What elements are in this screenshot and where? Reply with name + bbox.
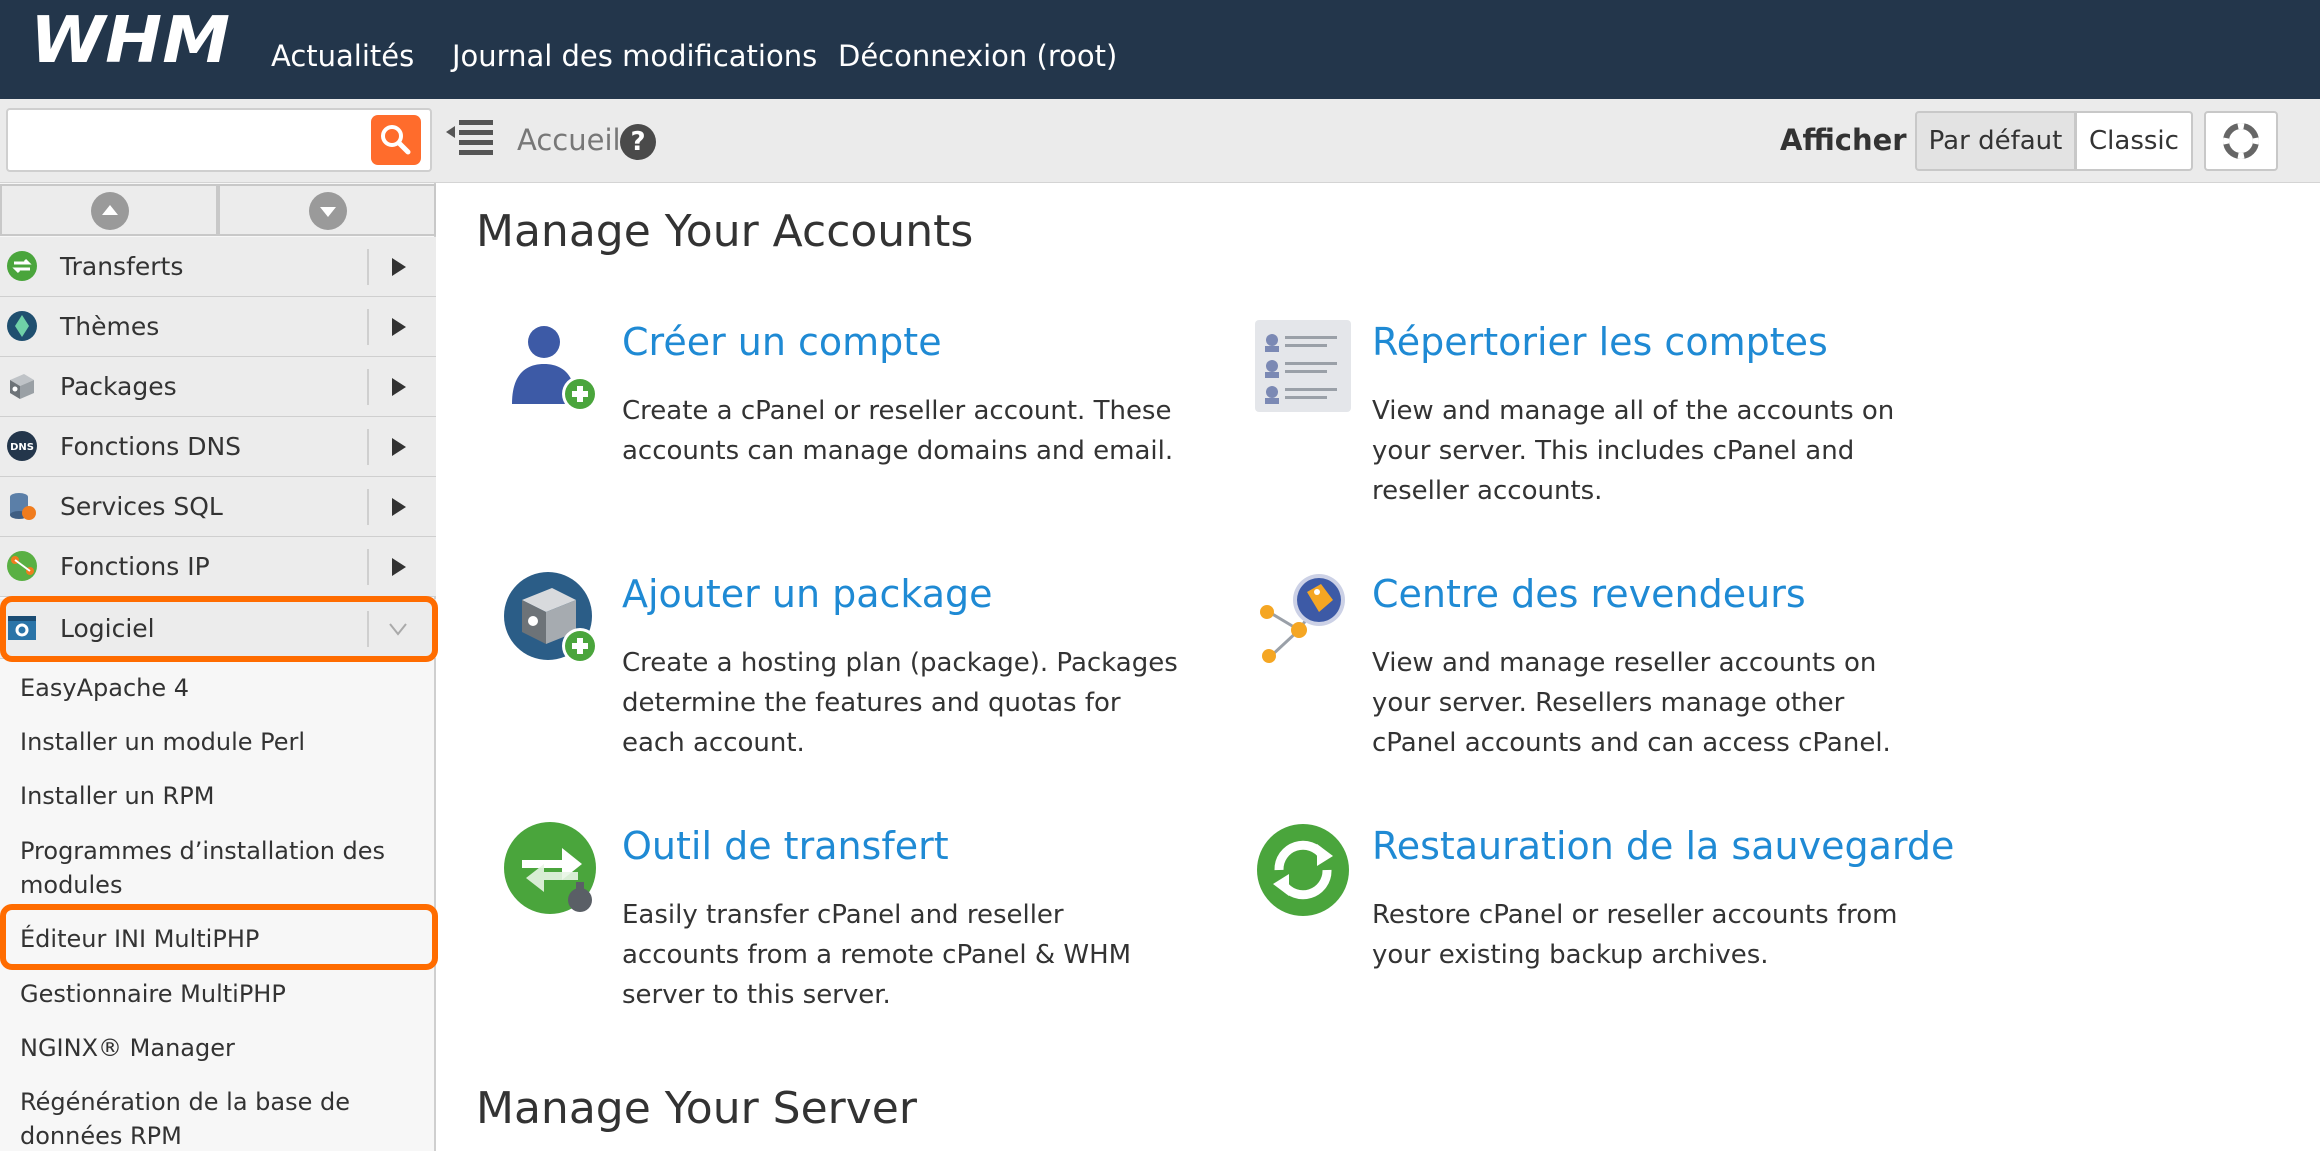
sidebar-category-label: Services SQL <box>60 492 223 521</box>
menu-collapse-icon[interactable] <box>446 118 494 158</box>
search-button[interactable] <box>371 115 421 165</box>
sidebar-subitem-rpm[interactable]: Installer un RPM <box>20 779 430 813</box>
tile-title-list-accounts[interactable]: Répertorier les comptes <box>1372 320 1828 364</box>
nav-deconnexion[interactable]: Déconnexion (root) <box>838 0 1117 99</box>
sidebar-subitem-easyapache[interactable]: EasyApache 4 <box>20 671 430 705</box>
tile-desc-create-account: Create a cPanel or reseller account. The… <box>622 396 1174 466</box>
sidebar-category-services-sql[interactable]: Services SQL <box>0 477 436 537</box>
sidebar-category-transferts[interactable]: Transferts <box>0 237 436 297</box>
sidebar-subitem-nginx-manager[interactable]: NGINX® Manager <box>20 1031 430 1065</box>
section-title-manage-server: Manage Your Server <box>476 1083 917 1134</box>
tile-title-create-account[interactable]: Créer un compte <box>622 320 942 364</box>
sidebar-category-label: Thèmes <box>60 312 160 341</box>
support-button[interactable] <box>2204 111 2278 171</box>
tile-title-add-package[interactable]: Ajouter un package <box>622 572 993 616</box>
breadcrumb-accueil[interactable]: Accueil <box>517 118 621 162</box>
svg-text:WHM: WHM <box>30 8 230 70</box>
sidebar-subitem-rpm-db-rebuild[interactable]: Régénération de la base de données RPM <box>20 1085 430 1151</box>
tile-desc-transfer-tool: Easily transfer cPanel and reseller acco… <box>622 900 1132 1010</box>
tile-desc-reseller-center: View and manage reseller accounts on you… <box>1372 648 1891 758</box>
expand-arrow-icon <box>392 258 406 276</box>
lifebuoy-icon <box>2223 123 2259 159</box>
create-account-icon[interactable] <box>504 318 600 414</box>
expand-arrow-icon <box>392 498 406 516</box>
scroll-up-icon <box>91 192 129 230</box>
sidebar-scroll-up[interactable] <box>0 184 218 236</box>
search-input[interactable] <box>18 116 368 164</box>
section-title-manage-accounts: Manage Your Accounts <box>476 206 974 257</box>
view-label: Afficher : <box>1780 123 1929 157</box>
tile-title-backup-restore[interactable]: Restauration de la sauvegarde <box>1372 824 1954 868</box>
dns-icon: DNS <box>7 431 37 461</box>
backup-restore-icon[interactable] <box>1255 822 1351 918</box>
whm-logo[interactable]: WHM <box>30 8 235 70</box>
tile-desc-list-accounts: View and manage all of the accounts on y… <box>1372 396 1895 506</box>
sidebar-subitem-module-installers[interactable]: Programmes d’installation des modules <box>20 834 430 902</box>
highlight-multiphp-ini-editor <box>0 904 438 970</box>
search-box <box>6 108 432 172</box>
sidebar-subitem-perl-module[interactable]: Installer un module Perl <box>20 725 430 759</box>
sidebar-category-fonctions-ip[interactable]: Fonctions IP <box>0 537 436 597</box>
sql-icon <box>10 493 36 520</box>
sidebar-category-fonctions-dns[interactable]: DNS Fonctions DNS <box>0 417 436 477</box>
transfer-tool-icon[interactable] <box>504 822 600 918</box>
list-accounts-icon[interactable] <box>1255 318 1351 414</box>
ip-icon <box>7 551 37 581</box>
search-icon <box>381 125 411 155</box>
sidebar-category-label: Fonctions IP <box>60 552 210 581</box>
themes-icon <box>7 311 37 341</box>
sidebar-category-label: Transferts <box>60 252 184 281</box>
expand-arrow-icon <box>392 558 406 576</box>
tile-desc-backup-restore: Restore cPanel or reseller accounts from… <box>1372 900 1898 970</box>
expand-arrow-icon <box>392 438 406 456</box>
expand-arrow-icon <box>392 318 406 336</box>
scroll-down-icon <box>309 192 347 230</box>
sidebar-category-label: Fonctions DNS <box>60 432 242 461</box>
add-package-icon[interactable] <box>504 570 600 666</box>
reseller-center-icon[interactable] <box>1255 570 1351 666</box>
sidebar-category-label: Packages <box>60 372 177 401</box>
svg-text:DNS: DNS <box>10 442 34 453</box>
sidebar-subitem-multiphp-manager[interactable]: Gestionnaire MultiPHP <box>20 977 430 1011</box>
tile-desc-add-package: Create a hosting plan (package). Package… <box>622 648 1178 758</box>
view-default-button[interactable]: Par défaut <box>1915 111 2076 171</box>
view-classic-button[interactable]: Classic <box>2075 111 2193 171</box>
tile-title-transfer-tool[interactable]: Outil de transfert <box>622 824 949 868</box>
highlight-logiciel <box>0 596 438 662</box>
nav-journal-modifications[interactable]: Journal des modifications <box>452 0 817 99</box>
transfer-icon <box>7 251 37 281</box>
sidebar-scroll-down[interactable] <box>218 184 436 236</box>
sidebar-category-themes[interactable]: Thèmes <box>0 297 436 357</box>
packages-icon <box>10 374 34 399</box>
expand-arrow-icon <box>392 378 406 396</box>
nav-actualites[interactable]: Actualités <box>271 0 414 99</box>
tile-title-reseller-center[interactable]: Centre des revendeurs <box>1372 572 1806 616</box>
help-icon[interactable]: ? <box>620 124 656 160</box>
sidebar-category-packages[interactable]: Packages <box>0 357 436 417</box>
